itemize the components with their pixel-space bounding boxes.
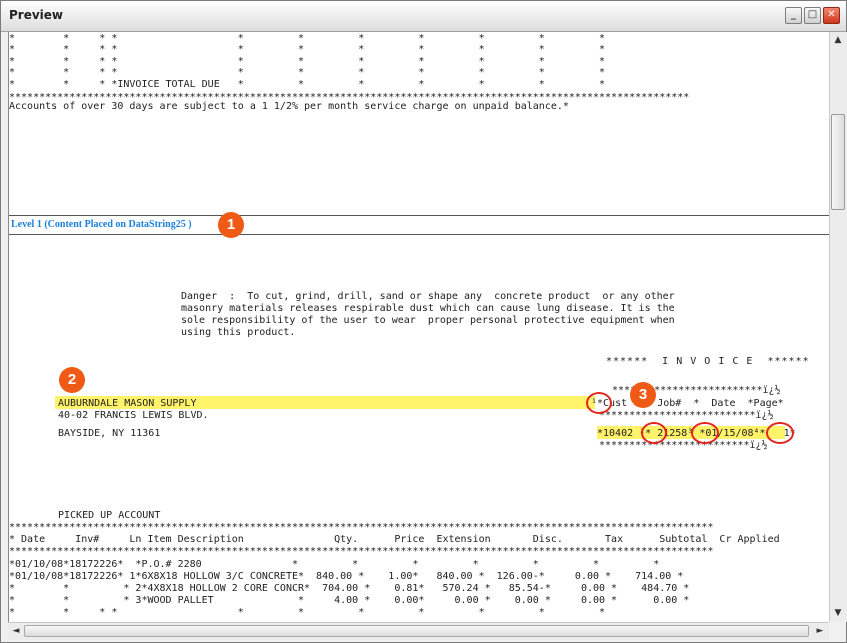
vertical-scrollbar[interactable]: ▲ ▼ [829,32,847,622]
close-button[interactable]: ✕ [823,7,840,24]
field-ring-marker [641,422,667,444]
preview-window: Preview _ □ ✕ * * * * * * * * * * * * * … [0,0,847,643]
report-row: * * * * * * * * * * * [9,56,606,67]
field-ring-marker [691,422,719,444]
callout-marker: 1 [218,212,244,238]
customer-street: 40-02 FRANCIS LEWIS BLVD. [58,410,209,421]
vertical-scroll-thumb[interactable] [831,114,845,210]
table-row: *01/10/08*18172226* 1*6X8X18 HOLLOW 3/C … [9,571,684,582]
horizontal-scrollbar[interactable]: ◄ ► [8,622,829,640]
cust-box-header: ¹*Cust * Job# * Date *Page* [591,398,784,409]
callout-marker: 2 [59,367,85,393]
table-rule: ****************************************… [9,546,714,557]
scroll-right-arrow-icon[interactable]: ► [813,624,827,638]
field-ring-marker [766,422,794,444]
callout-marker: 3 [630,382,656,408]
report-row: * * * * * * * * * * * [9,33,606,44]
customer-city: BAYSIDE, NY 11361 [58,428,161,439]
scroll-down-arrow-icon[interactable]: ▼ [831,606,845,620]
minimize-button[interactable]: _ [785,7,802,24]
cust-box-bottom-rule: *************************ï¿½ [599,440,768,451]
table-row: *01/10/08*18172226* *P.O.# 2280 * * * * … [9,559,660,570]
field-ring-marker [586,392,612,414]
cust-box-mid-rule: **************************ï¿½ [599,410,774,421]
report-row: * * * * * * * * * * * [9,67,606,78]
window-title: Preview [9,8,64,22]
previous-page-section: * * * * * * * * * * * * * * * * * * * * … [9,32,829,205]
level-banner: Level 1 (Content Placed on DataString25 … [9,215,829,235]
account-type: PICKED UP ACCOUNT [58,510,161,521]
scroll-left-arrow-icon[interactable]: ◄ [9,624,23,638]
scroll-up-arrow-icon[interactable]: ▲ [831,33,845,47]
table-row: * * * 3*WOOD PALLET * 4.00 * 0.00* 0.00 … [9,595,690,606]
service-charge-note: Accounts of over 30 days are subject to … [9,101,569,112]
danger-line: using this product. [181,327,296,338]
title-bar[interactable]: Preview _ □ ✕ [1,1,846,32]
document-preview-area[interactable]: * * * * * * * * * * * * * * * * * * * * … [8,32,829,622]
table-rule: ****************************************… [9,522,714,533]
maximize-button[interactable]: □ [804,7,821,24]
horizontal-scroll-thumb[interactable] [24,625,809,637]
invoice-total-due-row: * * * *INVOICE TOTAL DUE * * * * * * * [9,79,606,90]
level-banner-label: Level 1 (Content Placed on DataString25 … [11,219,192,230]
invoice-heading: ****** I N V O I C E ****** [606,356,810,367]
table-row: * * * * * * * * * * * [9,607,606,618]
danger-line: sole responsibility of the user to wear … [181,315,675,326]
customer-name: AUBURNDALE MASON SUPPLY [58,398,197,409]
danger-line: masonry materials releases respirable du… [181,303,675,314]
report-row: * * * * * * * * * * * [9,44,606,55]
table-header: * Date Inv# Ln Item Description Qty. Pri… [9,534,780,545]
table-row: * * * 2*4X8X18 HOLLOW 2 CORE CONCR* 704.… [9,583,690,594]
danger-line: Danger : To cut, grind, drill, sand or s… [181,291,675,302]
